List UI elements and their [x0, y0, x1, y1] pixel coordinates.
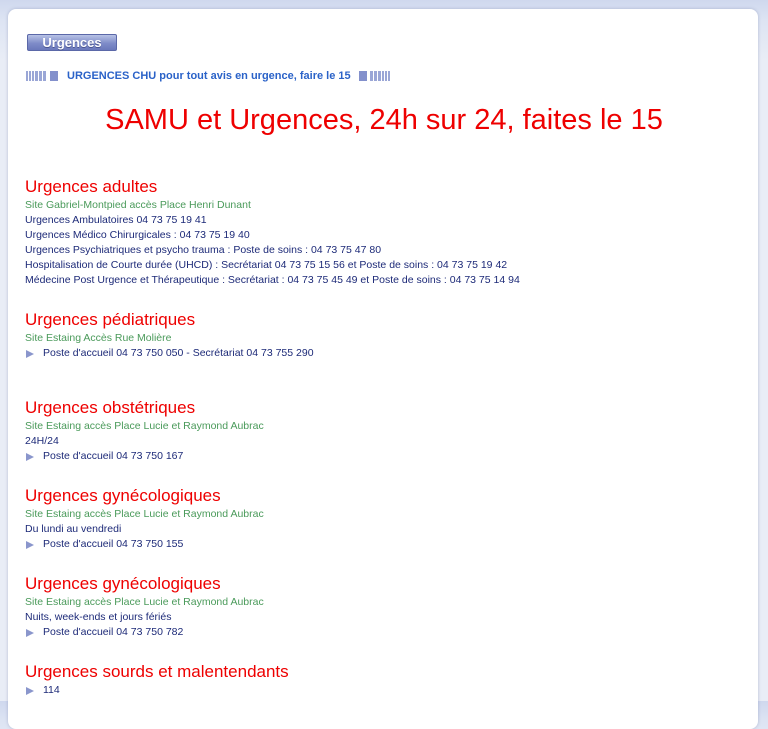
- info-banner: URGENCES CHU pour tout avis en urgence, …: [26, 70, 391, 82]
- contact-line: Hospitalisation de Courte durée (UHCD) :…: [25, 259, 508, 271]
- bullet-arrow-icon: [26, 540, 34, 549]
- section-title: Urgences pédiatriques: [25, 310, 196, 329]
- section-urgences-gynecologiques-semaine: Urgences gynécologiques Site Estaing acc…: [25, 485, 264, 552]
- section-title: Urgences gynécologiques: [25, 486, 221, 505]
- banner-text: URGENCES CHU pour tout avis en urgence, …: [67, 70, 351, 82]
- section-urgences-gynecologiques-nuits: Urgences gynécologiques Site Estaing acc…: [25, 573, 264, 640]
- availability-note: 24H/24: [25, 435, 59, 447]
- site-address: Site Estaing Accès Rue Molière: [25, 332, 172, 344]
- bullet-arrow-icon: [26, 452, 34, 461]
- contact-line: Urgences Psychiatriques et psycho trauma…: [25, 244, 382, 256]
- section-title: Urgences obstétriques: [25, 398, 196, 417]
- site-address: Site Estaing accès Place Lucie et Raymon…: [25, 508, 264, 520]
- section-title: Urgences gynécologiques: [25, 574, 221, 593]
- contact-text: Poste d'accueil 04 73 750 167: [43, 450, 184, 462]
- bullet-arrow-icon: [26, 349, 34, 358]
- contact-text: 114: [43, 684, 60, 696]
- banner-bars-right-icon: [358, 71, 391, 81]
- availability-note: Nuits, week-ends et jours fériés: [25, 611, 172, 623]
- contact-line: Urgences Médico Chirurgicales : 04 73 75…: [25, 229, 250, 241]
- section-urgences-adultes: Urgences adultes Site Gabriel-Montpied a…: [25, 176, 520, 288]
- site-address: Site Estaing accès Place Lucie et Raymon…: [25, 420, 264, 432]
- contact-bullet: Poste d'accueil 04 73 750 167: [25, 449, 264, 464]
- section-urgences-pediatriques: Urgences pédiatriques Site Estaing Accès…: [25, 309, 314, 361]
- contact-bullet: Poste d'accueil 04 73 750 782: [25, 625, 264, 640]
- contact-text: Poste d'accueil 04 73 750 050 - Secrétar…: [43, 347, 314, 359]
- contact-bullet: Poste d'accueil 04 73 750 155: [25, 537, 264, 552]
- site-address: Site Gabriel-Montpied accès Place Henri …: [25, 199, 251, 211]
- contact-line: Médecine Post Urgence et Thérapeutique :…: [25, 274, 520, 286]
- section-title: Urgences sourds et malentendants: [25, 662, 289, 681]
- bullet-arrow-icon: [26, 686, 34, 695]
- section-title: Urgences adultes: [25, 177, 158, 196]
- contact-text: Poste d'accueil 04 73 750 155: [43, 538, 184, 550]
- contact-bullet: Poste d'accueil 04 73 750 050 - Secrétar…: [25, 346, 314, 361]
- section-urgences-obstetriques: Urgences obstétriques Site Estaing accès…: [25, 397, 264, 464]
- page-headline: SAMU et Urgences, 24h sur 24, faites le …: [105, 104, 663, 136]
- availability-note: Du lundi au vendredi: [25, 523, 122, 535]
- contact-bullet: 114: [25, 683, 289, 698]
- site-address: Site Estaing accès Place Lucie et Raymon…: [25, 596, 264, 608]
- bullet-arrow-icon: [26, 628, 34, 637]
- banner-bars-left-icon: [26, 71, 59, 81]
- contact-text: Poste d'accueil 04 73 750 782: [43, 626, 184, 638]
- section-urgences-sourds: Urgences sourds et malentendants 114: [25, 661, 289, 698]
- urgences-tab[interactable]: Urgences: [27, 34, 117, 51]
- contact-line: Urgences Ambulatoires 04 73 75 19 41: [25, 214, 207, 226]
